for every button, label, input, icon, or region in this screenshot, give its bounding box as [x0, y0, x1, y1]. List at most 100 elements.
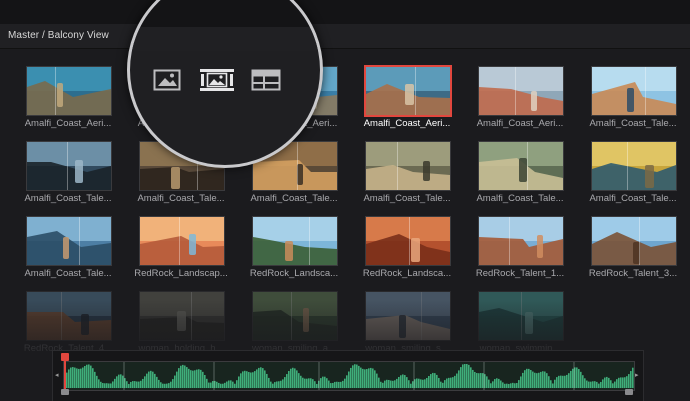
- waveform-bar: [404, 375, 406, 388]
- in-point-handle[interactable]: [61, 389, 69, 395]
- scrub-marker: [397, 142, 398, 190]
- waveform-bar: [274, 382, 276, 388]
- waveform-bar: [192, 370, 194, 388]
- waveform-bar: [488, 379, 490, 388]
- waveform-bar: [302, 377, 304, 388]
- waveform-bar: [610, 380, 612, 388]
- waveform-bar: [530, 370, 532, 388]
- waveform-bar: [376, 373, 378, 388]
- waveform-bar: [472, 369, 474, 388]
- scrub-marker: [415, 67, 416, 115]
- waveform-bar: [80, 368, 82, 388]
- waveform-bar: [222, 383, 224, 388]
- waveform-bar: [220, 383, 222, 388]
- waveform-bar: [184, 365, 186, 388]
- clip-thumbnail[interactable]: [26, 291, 112, 341]
- waveform-bar: [116, 376, 118, 388]
- clip-thumbnail[interactable]: [26, 66, 112, 116]
- clip-thumbnail[interactable]: [478, 141, 564, 191]
- waveform-bar: [408, 380, 410, 388]
- thumbnail-view-button[interactable]: [152, 67, 182, 93]
- waveform-bar: [632, 367, 634, 388]
- waveform-bar: [76, 368, 78, 388]
- scrub-marker: [639, 217, 640, 265]
- breadcrumb[interactable]: Master / Balcony View: [8, 30, 109, 41]
- waveform-bar: [410, 383, 412, 388]
- waveform-bar: [288, 371, 290, 388]
- waveform-bar: [330, 383, 332, 388]
- clip-thumbnail[interactable]: [252, 291, 338, 341]
- waveform-bar: [598, 383, 600, 388]
- clip-thumbnail[interactable]: [478, 291, 564, 341]
- clip-name: Amalfi_Coast_Tale...: [24, 268, 112, 279]
- waveform-bar: [548, 376, 550, 388]
- clip-thumbnail[interactable]: [26, 141, 112, 191]
- thumbnail-image: [479, 217, 563, 265]
- clip-name: Amalfi_Coast_Tale...: [363, 193, 451, 204]
- clip-thumbnail[interactable]: [591, 216, 677, 266]
- clip-thumbnail[interactable]: [365, 141, 451, 191]
- filmstrip-view-button[interactable]: [198, 67, 236, 93]
- waveform-bar: [588, 381, 590, 388]
- waveform-bar: [92, 368, 94, 388]
- waveform-bar: [66, 372, 68, 388]
- clip-viewer-timeline: ◂ ▸: [52, 350, 644, 401]
- scroll-right-icon[interactable]: ▸: [635, 371, 639, 379]
- clip-thumbnail[interactable]: [365, 291, 451, 341]
- clip-thumbnail[interactable]: [365, 216, 451, 266]
- waveform-bar: [224, 382, 226, 388]
- waveform-bar: [482, 373, 484, 388]
- waveform-bar: [298, 373, 300, 388]
- waveform-bar: [520, 376, 522, 388]
- waveform-bar: [612, 383, 614, 388]
- scroll-left-icon[interactable]: ◂: [55, 371, 59, 379]
- waveform-bar: [486, 376, 488, 388]
- waveform-bar: [476, 373, 478, 388]
- clip-thumbnail[interactable]: [478, 66, 564, 116]
- waveform-bar: [250, 372, 252, 388]
- waveform-bar: [188, 368, 190, 388]
- waveform-bar: [248, 372, 250, 388]
- waveform-bar: [350, 367, 352, 388]
- waveform-bar: [354, 364, 356, 388]
- clip-thumbnail[interactable]: [26, 216, 112, 266]
- clip-thumbnail[interactable]: [591, 141, 677, 191]
- audio-waveform-strip[interactable]: [63, 361, 635, 391]
- waveform-bar: [334, 381, 336, 388]
- clip-thumbnail[interactable]: [478, 216, 564, 266]
- waveform-bar: [308, 378, 310, 388]
- waveform-bar: [452, 377, 454, 388]
- waveform-bar: [142, 378, 144, 388]
- waveform-bar: [164, 383, 166, 388]
- waveform-bar: [328, 380, 330, 388]
- waveform-bar: [522, 372, 524, 388]
- clip-thumbnail[interactable]: [139, 216, 225, 266]
- waveform-bar: [480, 373, 482, 388]
- clip-thumbnail[interactable]: [252, 216, 338, 266]
- waveform-bar: [364, 369, 366, 388]
- list-view-button[interactable]: [250, 67, 282, 93]
- scrub-marker: [627, 142, 628, 190]
- waveform-bar: [628, 374, 630, 388]
- waveform-bar: [342, 380, 344, 388]
- waveform-bar: [474, 371, 476, 388]
- waveform-bar: [464, 364, 466, 388]
- waveform-bar: [272, 383, 274, 388]
- waveform-bar: [446, 378, 448, 388]
- waveform-bar: [436, 374, 438, 388]
- clip-thumbnail[interactable]: [139, 291, 225, 341]
- clip-thumbnail[interactable]: [364, 65, 452, 117]
- clip-name: Amalfi_Coast_Tale...: [250, 193, 338, 204]
- waveform-bar: [172, 379, 174, 388]
- scrub-marker: [291, 292, 292, 340]
- waveform-bar: [388, 379, 390, 388]
- waveform-bar: [204, 374, 206, 388]
- out-point-handle[interactable]: [625, 389, 633, 395]
- thumbnail-image: [366, 217, 450, 265]
- waveform-bar: [544, 371, 546, 388]
- waveform-bar: [260, 367, 262, 388]
- clip-thumbnail[interactable]: [591, 66, 677, 116]
- waveform-bar: [182, 364, 184, 388]
- waveform-bar: [358, 365, 360, 388]
- waveform-bar: [470, 367, 472, 388]
